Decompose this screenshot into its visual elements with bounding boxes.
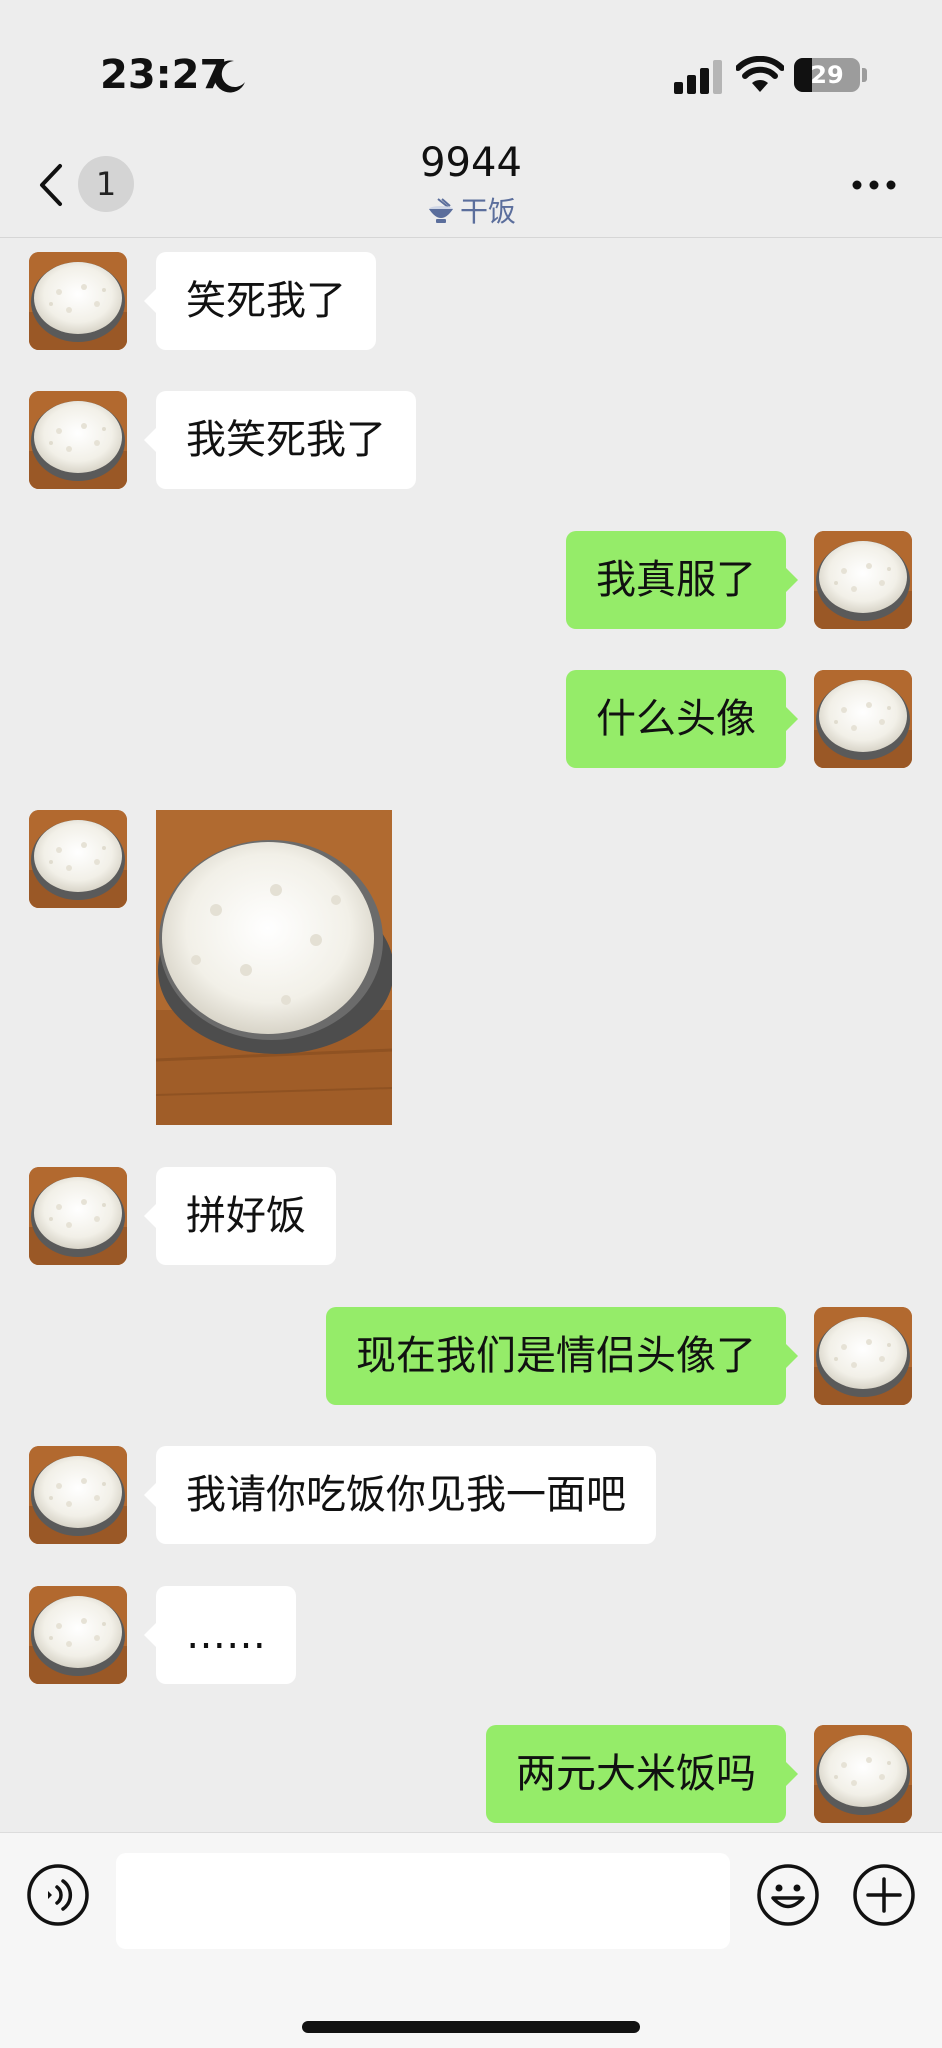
moon-icon [213,60,245,93]
status-bar: 23:27 29 [0,0,942,140]
contact-status: 干饭 [0,190,942,230]
chat-header: 1 9944 干饭 [0,140,942,238]
clock-time: 23:27 [100,52,228,98]
my-avatar[interactable] [814,531,912,629]
outgoing-message-bubble[interactable]: 现在我们是情侣头像了 [326,1307,798,1405]
incoming-message-bubble[interactable]: 笑死我了 [144,252,376,350]
contact-avatar[interactable] [29,1586,127,1684]
contact-avatar[interactable] [29,391,127,489]
outgoing-message-bubble[interactable]: 两元大米饭吗 [486,1725,798,1823]
plus-icon[interactable] [852,1863,916,1927]
battery-level: 29 [810,61,844,89]
home-indicator [302,2021,640,2033]
incoming-message-bubble[interactable]: 我请你吃饭你见我一面吧 [144,1446,656,1544]
contact-avatar[interactable] [29,1167,127,1265]
rice-bowl-icon [428,198,453,223]
input-toolbar [0,1832,942,2048]
my-avatar[interactable] [814,1725,912,1823]
more-dots-icon[interactable] [852,180,896,190]
outgoing-message-bubble[interactable]: 我真服了 [566,531,798,629]
contact-avatar[interactable] [29,252,127,350]
incoming-message-bubble[interactable]: 拼好饭 [144,1167,336,1265]
incoming-message-bubble[interactable]: …… [144,1586,296,1684]
chat-title: 9944 [420,140,522,186]
incoming-message-bubble[interactable]: 我笑死我了 [144,391,416,489]
emoji-icon[interactable] [756,1863,820,1927]
voice-icon[interactable] [26,1863,90,1927]
contact-avatar[interactable] [29,1446,127,1544]
cellular-signal-icon [674,60,722,94]
wifi-icon [736,56,784,92]
contact-status-text: 干饭 [459,195,516,228]
battery-icon: 29 [794,58,860,92]
outgoing-message-bubble[interactable]: 什么头像 [566,670,798,768]
contact-avatar[interactable] [29,810,127,908]
message-input[interactable] [116,1853,730,1949]
my-avatar[interactable] [814,1307,912,1405]
my-avatar[interactable] [814,670,912,768]
rice-bowl-photo[interactable] [156,810,392,1125]
